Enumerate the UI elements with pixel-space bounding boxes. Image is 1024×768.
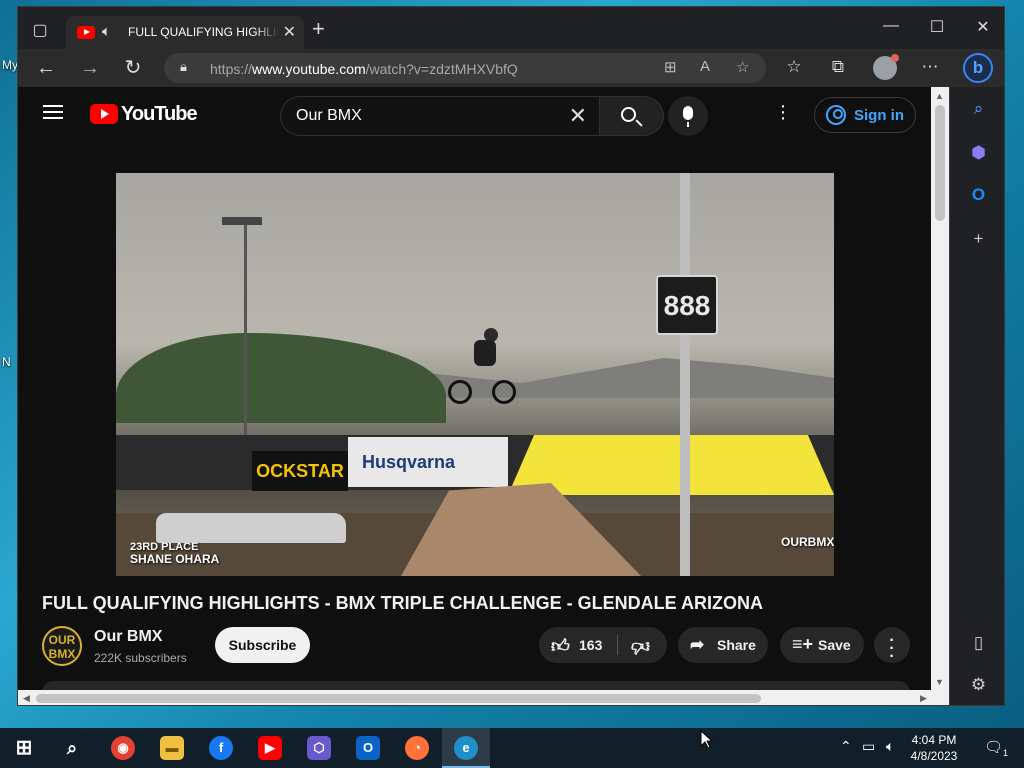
dislike-icon[interactable]: 👍︎ [631,636,650,658]
show-hidden-icons[interactable]: ⌃ [840,738,852,755]
video-caption: 23RD PLACE SHANE OHARA [130,541,220,566]
tab-actions-icon[interactable]: ▢ [26,19,54,43]
youtube-header: YouTube Our BMX ✕ · · · Sign in [18,87,949,143]
sign-in-button[interactable]: Sign in [814,97,916,133]
channel-row: OUR BMX Our BMX 222K subscribers Subscri… [18,623,949,667]
search-icon [621,107,636,122]
like-count[interactable]: 163 [579,637,602,653]
search-button[interactable] [600,96,664,136]
tab-bar: ▢ 🔈︎ FULL QUALIFYING HIGHLIGHTS - BMX TR… [18,7,1004,49]
file-explorer-icon[interactable]: ▬ [160,736,184,760]
like-icon[interactable]: 👍︎ [551,635,570,657]
youtube-play-icon [90,104,118,124]
network-icon[interactable]: ▭ [862,738,875,755]
settings-more-icon[interactable]: ⋯ [918,57,942,77]
maximize-button[interactable]: ☐ [914,17,960,37]
edge-icon[interactable]: e [454,736,478,760]
scroll-thumb[interactable] [935,105,945,221]
tab-title: FULL QUALIFYING HIGHLIGHTS - BMX TRIPLE … [128,25,278,39]
forward-button[interactable]: → [75,55,105,81]
favorites-icon[interactable]: ☆ [782,57,806,77]
facebook-icon[interactable]: f [209,736,233,760]
refresh-button[interactable]: ↻ [118,55,148,81]
account-icon [826,105,846,125]
outlook-icon[interactable]: O [356,736,380,760]
bing-icon[interactable]: b [963,53,993,83]
tab-youtube[interactable]: 🔈︎ FULL QUALIFYING HIGHLIGHTS - BMX TRIP… [66,16,304,49]
minimize-button[interactable]: — [868,17,914,35]
settings-kebab-icon[interactable]: · · · [778,96,788,128]
back-button[interactable]: ← [31,55,61,81]
windows-start-icon[interactable]: ⊞ [12,736,36,760]
collections-icon[interactable]: ⧉ [826,57,850,77]
youtube-icon[interactable]: ▶ [258,736,282,760]
copilot-icon[interactable]: ⬢ [950,143,1004,163]
microphone-icon [683,106,693,120]
add-favorite-icon[interactable]: ☆ [736,58,749,76]
browser-window: ▢ 🔈︎ FULL QUALIFYING HIGHLIGHTS - BMX TR… [17,6,1005,706]
notification-icon[interactable]: 🗨︎1 [984,738,1008,758]
taskbar: ⊞ ⌕ ◉ ▬ f ▶ ⬡ O ◔ e ⌃ ▭ 🔈︎ 4:04 PM 4/8/2… [0,728,1024,768]
subscribe-button[interactable]: Subscribe [215,627,310,663]
close-tab-icon[interactable]: ✕ [283,22,296,42]
url-text[interactable]: https://www.youtube.com/watch?v=zdztMHXV… [210,61,518,77]
scroll-up-arrow[interactable]: ▲ [935,91,944,101]
chrome-icon[interactable]: ◉ [111,736,135,760]
channel-avatar[interactable]: OUR BMX [42,626,82,666]
video-banner-sponsor: Husqvarna [348,437,508,487]
more-actions-button[interactable]: · · · [874,627,910,665]
video-banner-sponsor: OCKSTAR [252,451,348,491]
search-icon[interactable]: ⌕ [950,99,1004,119]
volume-icon[interactable]: 🔈︎ [886,738,894,755]
lock-icon[interactable]: 🔒︎ [180,59,194,75]
search-icon[interactable]: ⌕ [60,736,84,760]
scroll-right-arrow[interactable]: ▶ [920,693,927,704]
address-bar[interactable]: 🔒︎ https://www.youtube.com/watch?v=zdztM… [164,53,766,83]
channel-name[interactable]: Our BMX [94,628,162,646]
address-toolbar: ← → ↻ 🔒︎ https://www.youtube.com/watch?v… [18,49,1004,87]
vertical-scrollbar[interactable]: ▲ ▼ [931,87,949,690]
desktop-icon-label[interactable]: N [2,355,11,369]
like-dislike-group: 👍︎ 163 👍︎ [539,627,667,663]
app-available-icon[interactable]: ⊞ [664,58,677,76]
video-title: FULL QUALIFYING HIGHLIGHTS - BMX TRIPLE … [42,593,763,613]
app-icon[interactable]: ⬡ [307,736,331,760]
speaker-icon[interactable]: 🔈︎ [102,23,111,40]
edge-sidebar: ⌕ ⬢ O + ▯ ⚙ [949,87,1004,705]
outlook-icon[interactable]: O [950,185,1004,205]
gear-icon[interactable]: ⚙ [950,675,1004,695]
share-icon: ➦ [690,635,705,654]
scroll-down-arrow[interactable]: ▼ [935,677,944,687]
firefox-icon[interactable]: ◔ [405,736,429,760]
save-button[interactable]: ≡+ Save [780,627,864,663]
youtube-favicon-icon [77,26,95,39]
profile-avatar[interactable] [873,54,899,80]
scroll-left-arrow[interactable]: ◀ [23,693,30,704]
horizontal-scrollbar[interactable]: ◀ ▶ [18,690,949,705]
video-player[interactable]: OCKSTAR Husqvarna 888 23RD PLACE SHANE O… [116,173,834,576]
clear-search-icon[interactable]: ✕ [569,103,587,129]
subscriber-count: 222K subscribers [94,651,187,665]
video-number-sign: 888 [656,275,718,335]
clock[interactable]: 4:04 PM 4/8/2023 [904,732,964,764]
search-input[interactable]: Our BMX ✕ [280,96,600,136]
bmx-rider [448,328,516,408]
page-viewport: YouTube Our BMX ✕ · · · Sign in OCKSTAR … [18,87,949,705]
add-icon[interactable]: + [950,229,1004,249]
voice-search-button[interactable] [668,96,708,136]
video-watermark: OURBMX [781,535,834,549]
sidebar-toggle-icon[interactable]: ▯ [950,633,1004,653]
desktop-icon-label[interactable]: My [2,58,18,72]
scroll-thumb[interactable] [36,694,761,703]
add-playlist-icon: ≡+ [792,634,814,654]
menu-icon[interactable] [43,105,63,119]
share-button[interactable]: ➦ Share [678,627,768,663]
read-aloud-icon[interactable]: A [700,58,710,75]
close-window-button[interactable]: ✕ [960,17,1004,37]
new-tab-button[interactable]: + [312,18,325,40]
